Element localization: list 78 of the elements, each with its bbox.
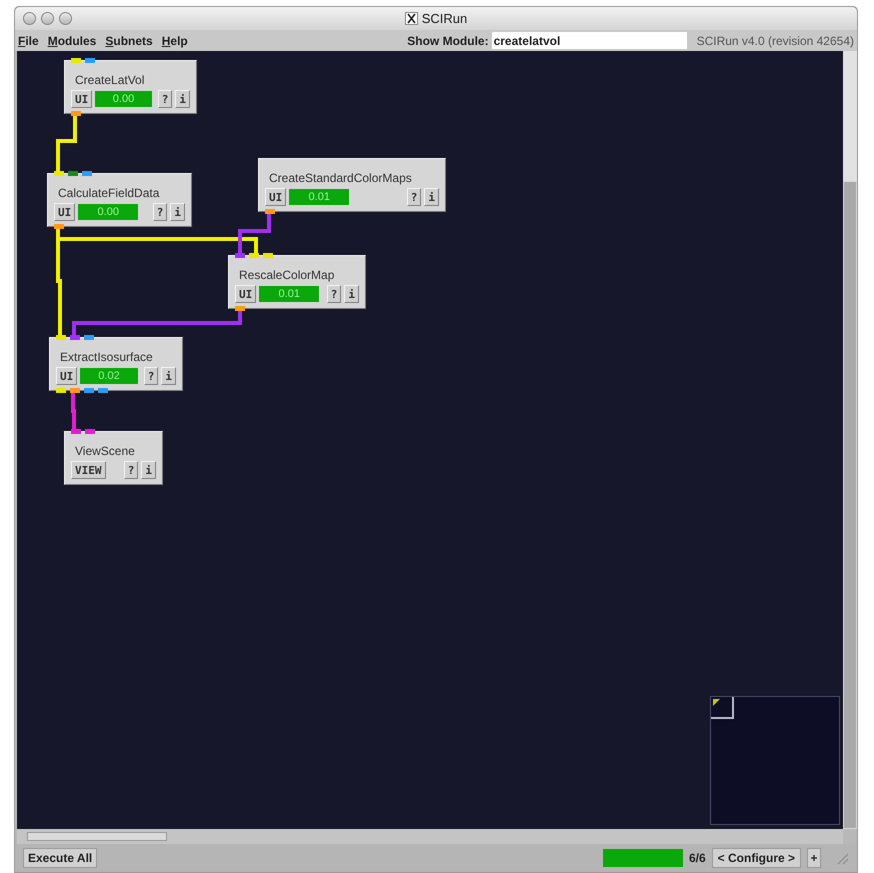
help-button[interactable]: ?: [406, 188, 422, 206]
window-control-icon[interactable]: [23, 12, 36, 25]
horizontal-scrollbar[interactable]: [17, 829, 843, 844]
menu-item[interactable]: Subnets: [105, 32, 153, 50]
ui-button[interactable]: UI: [54, 203, 76, 221]
execute-all-button[interactable]: Execute All: [23, 848, 98, 868]
show-module-label: Show Module:: [407, 32, 489, 50]
input-port[interactable]: [54, 171, 64, 176]
info-button[interactable]: i: [141, 461, 156, 479]
module-node[interactable]: CreateLatVol UI 0.00 ? i: [64, 60, 197, 114]
input-port[interactable]: [85, 429, 95, 434]
info-button[interactable]: i: [175, 90, 190, 108]
module-node[interactable]: ViewScene VIEW ? i: [64, 431, 163, 485]
ui-button[interactable]: UI: [235, 285, 256, 303]
output-port[interactable]: [235, 306, 245, 311]
time-display: 0.00: [78, 204, 138, 220]
input-port[interactable]: [70, 335, 80, 340]
window-control-icon[interactable]: [59, 12, 72, 25]
info-button[interactable]: i: [344, 285, 359, 303]
resize-grip-icon[interactable]: [835, 851, 849, 865]
input-port[interactable]: [235, 253, 245, 258]
input-port[interactable]: [263, 253, 273, 258]
window-control-icon[interactable]: [41, 12, 54, 25]
help-button[interactable]: ?: [158, 90, 172, 108]
time-display: 0.00: [95, 91, 152, 107]
help-button[interactable]: ?: [124, 461, 138, 479]
ui-button[interactable]: UI: [56, 367, 78, 385]
output-port[interactable]: [265, 209, 275, 214]
input-port[interactable]: [71, 429, 81, 434]
input-port[interactable]: [71, 58, 81, 63]
scrollbar-thumb[interactable]: [27, 832, 167, 841]
input-port[interactable]: [249, 253, 259, 258]
module-name: CalculateFieldData: [57, 187, 160, 199]
vertical-scrollbar[interactable]: [843, 51, 857, 829]
module-node[interactable]: CreateStandardColorMaps UI 0.01 ? i: [258, 158, 446, 212]
add-button[interactable]: +: [807, 848, 821, 868]
module-node[interactable]: CalculateFieldData UI 0.00 ? i: [47, 173, 192, 227]
menu-item[interactable]: Modules: [48, 32, 96, 50]
output-port[interactable]: [70, 388, 80, 393]
time-display: 0.01: [289, 189, 350, 205]
viewport-indicator[interactable]: [711, 697, 734, 719]
module-name: ViewScene: [74, 445, 136, 457]
progress-count: 6/6: [688, 850, 706, 867]
input-port[interactable]: [68, 171, 78, 176]
info-button[interactable]: i: [161, 367, 176, 385]
window-title: SCIRun: [422, 10, 468, 28]
time-display: 0.02: [80, 368, 138, 384]
output-port[interactable]: [98, 388, 108, 393]
menu-item[interactable]: Help: [162, 32, 188, 50]
ui-button[interactable]: UI: [265, 188, 286, 206]
scrollbar-thumb[interactable]: [843, 51, 857, 181]
help-button[interactable]: ?: [144, 367, 158, 385]
input-port[interactable]: [85, 58, 95, 63]
output-port[interactable]: [56, 388, 66, 393]
module-node[interactable]: RescaleColorMap UI 0.01 ? i: [228, 255, 366, 309]
help-button[interactable]: ?: [326, 285, 342, 303]
module-name: ExtractIsosurface: [59, 351, 154, 363]
input-port[interactable]: [84, 335, 94, 340]
module-node[interactable]: ExtractIsosurface UI 0.02 ? i: [49, 337, 183, 391]
ui-button[interactable]: UI: [71, 90, 92, 108]
menu-item[interactable]: File: [18, 32, 39, 50]
input-port[interactable]: [82, 171, 92, 176]
configure-button[interactable]: < Configure >: [712, 848, 801, 868]
time-display: 0.01: [259, 286, 320, 302]
info-button[interactable]: i: [424, 188, 439, 206]
ui-button[interactable]: VIEW: [71, 461, 106, 479]
output-port[interactable]: [71, 111, 81, 116]
module-name: CreateLatVol: [74, 74, 146, 86]
output-port[interactable]: [84, 388, 94, 393]
module-name: RescaleColorMap: [238, 269, 336, 281]
output-port[interactable]: [54, 224, 64, 229]
module-name: CreateStandardColorMaps: [268, 172, 413, 184]
input-port[interactable]: [56, 335, 66, 340]
show-module-field[interactable]: createlatvol: [492, 32, 687, 49]
info-button[interactable]: i: [170, 203, 185, 221]
help-button[interactable]: ?: [152, 203, 168, 221]
x-logo-icon: [404, 12, 418, 25]
version-label: SCIRun v4.0 (revision 42654): [696, 32, 854, 50]
